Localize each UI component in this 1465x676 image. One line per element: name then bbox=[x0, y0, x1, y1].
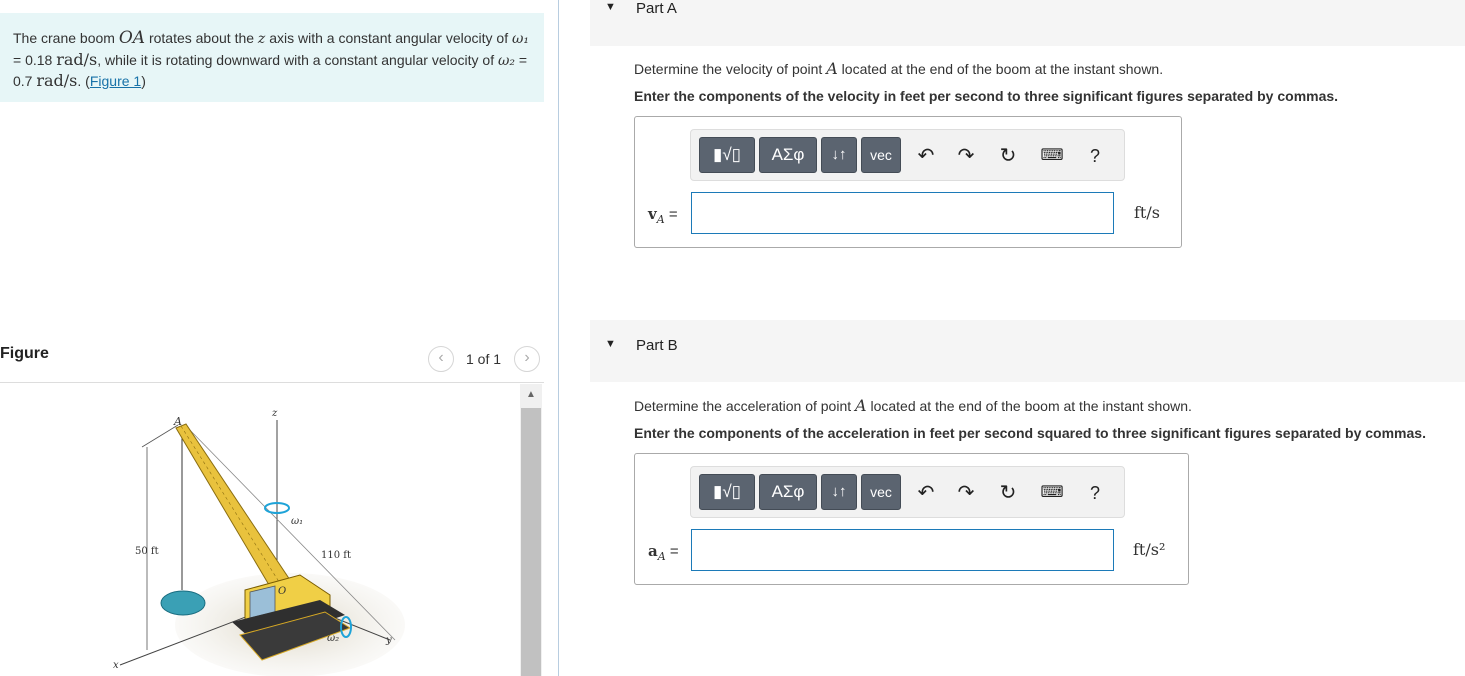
label-A: A bbox=[173, 415, 182, 428]
keyboard-icon[interactable]: ⌨ bbox=[1037, 144, 1067, 168]
part-a-answer-box: ▮√▯ ΑΣφ ↓↑ vec ↶ ↷ ↻ ⌨ ? vA = ft/s bbox=[634, 116, 1182, 248]
problem-statement: The crane boom OA rotates about the z ax… bbox=[0, 13, 544, 102]
figure-scrollbar[interactable]: ▲ bbox=[520, 384, 542, 676]
caret-down-icon: ▼ bbox=[605, 1, 616, 13]
redo-icon[interactable]: ↷ bbox=[953, 144, 979, 168]
label-z: z bbox=[271, 408, 278, 419]
chevron-right-icon: › bbox=[524, 349, 530, 366]
undo-icon[interactable]: ↶ bbox=[913, 481, 939, 505]
subscript-button[interactable]: ↓↑ bbox=[821, 474, 857, 510]
part-b-unit: ft/s² bbox=[1133, 540, 1166, 559]
part-a-question: Determine the velocity of point A locate… bbox=[634, 59, 1164, 78]
undo-icon[interactable]: ↶ bbox=[913, 144, 939, 168]
figure-divider bbox=[0, 382, 544, 383]
part-b-instruction: Enter the components of the acceleration… bbox=[634, 425, 1426, 441]
next-figure-button[interactable]: › bbox=[514, 346, 540, 372]
crane-figure: A z ω₁ 50 ft 110 ft O ω₂ x y bbox=[113, 408, 405, 676]
part-a-header[interactable]: ▼ Part A bbox=[590, 0, 1465, 46]
part-b-answer-input[interactable] bbox=[691, 529, 1114, 571]
part-b-math-toolbar: ▮√▯ ΑΣφ ↓↑ vec ↶ ↷ ↻ ⌨ ? bbox=[690, 466, 1125, 518]
part-a-label: Part A bbox=[636, 0, 677, 17]
part-a-variable: vA = bbox=[648, 205, 678, 226]
panel-divider bbox=[558, 0, 559, 676]
crane-boom bbox=[175, 423, 291, 591]
reset-icon[interactable]: ↻ bbox=[995, 144, 1021, 168]
label-omega1: ω₁ bbox=[291, 516, 303, 527]
label-50ft: 50 ft bbox=[135, 546, 159, 557]
label-O: O bbox=[278, 586, 286, 597]
label-omega2: ω₂ bbox=[327, 633, 339, 644]
label-x: x bbox=[113, 660, 119, 671]
height-dimension-top bbox=[141, 424, 179, 448]
crane-load bbox=[160, 590, 206, 616]
help-button[interactable]: ? bbox=[1082, 144, 1108, 168]
label-y: y bbox=[385, 635, 392, 646]
templates-button[interactable]: ▮√▯ bbox=[699, 137, 755, 173]
vec-button[interactable]: vec bbox=[861, 137, 901, 173]
part-a-instruction: Enter the components of the velocity in … bbox=[634, 88, 1339, 104]
part-a-answer-input[interactable] bbox=[691, 192, 1114, 234]
templates-icon: ▮√▯ bbox=[712, 145, 742, 164]
part-b-header[interactable]: ▼ Part B bbox=[590, 320, 1465, 382]
figure-link[interactable]: Figure 1 bbox=[90, 73, 141, 89]
part-a-unit: ft/s bbox=[1134, 203, 1160, 222]
chevron-left-icon: ‹ bbox=[438, 349, 444, 366]
part-b-question: Determine the acceleration of point A lo… bbox=[634, 396, 1192, 415]
var-OA: OA bbox=[118, 28, 146, 48]
scroll-up-arrow-icon[interactable]: ▲ bbox=[520, 384, 542, 406]
caret-down-icon: ▼ bbox=[605, 338, 616, 350]
figure-title: Figure bbox=[0, 345, 49, 362]
part-b-answer-box: ▮√▯ ΑΣφ ↓↑ vec ↶ ↷ ↻ ⌨ ? aA = ft/s² bbox=[634, 453, 1189, 585]
templates-icon: ▮√▯ bbox=[712, 482, 742, 501]
subscript-button[interactable]: ↓↑ bbox=[821, 137, 857, 173]
part-b-label: Part B bbox=[636, 337, 678, 354]
part-b-variable: aA = bbox=[648, 542, 679, 563]
keyboard-icon[interactable]: ⌨ bbox=[1037, 481, 1067, 505]
templates-button[interactable]: ▮√▯ bbox=[699, 474, 755, 510]
vec-button[interactable]: vec bbox=[861, 474, 901, 510]
label-110ft: 110 ft bbox=[321, 550, 351, 561]
figure-counter: 1 of 1 bbox=[466, 351, 502, 367]
scroll-thumb[interactable] bbox=[521, 408, 541, 676]
prev-figure-button[interactable]: ‹ bbox=[428, 346, 454, 372]
greek-button[interactable]: ΑΣφ bbox=[759, 137, 817, 173]
help-button[interactable]: ? bbox=[1082, 481, 1108, 505]
reset-icon[interactable]: ↻ bbox=[995, 481, 1021, 505]
greek-button[interactable]: ΑΣφ bbox=[759, 474, 817, 510]
part-a-math-toolbar: ▮√▯ ΑΣφ ↓↑ vec ↶ ↷ ↻ ⌨ ? bbox=[690, 129, 1125, 181]
redo-icon[interactable]: ↷ bbox=[953, 481, 979, 505]
